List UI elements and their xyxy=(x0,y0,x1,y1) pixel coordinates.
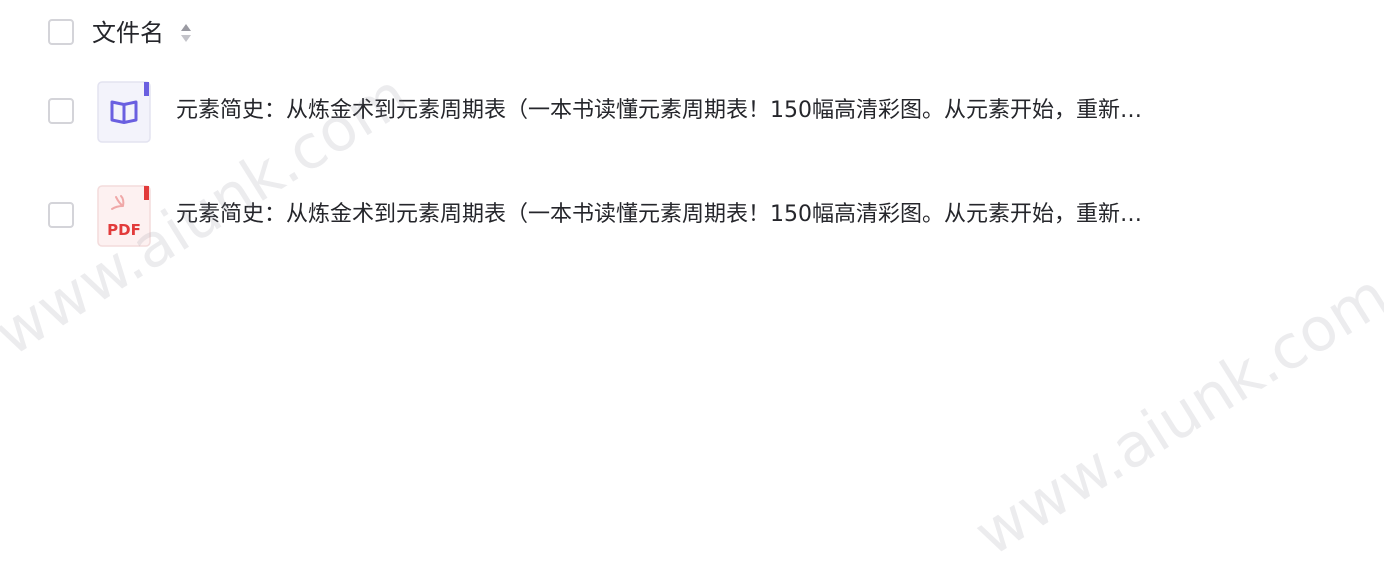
file-name[interactable]: 元素简史：从炼金术到元素周期表（一本书读懂元素周期表！150幅高清彩图。从元素开… xyxy=(176,195,1142,235)
sort-icon[interactable] xyxy=(178,20,194,46)
book-file-icon xyxy=(97,81,151,143)
row-checkbox[interactable] xyxy=(48,98,74,124)
column-header-filename[interactable]: 文件名 xyxy=(92,14,164,52)
row-checkbox[interactable] xyxy=(48,202,74,228)
watermark: www.aiunk.com xyxy=(962,260,1384,570)
pdf-file-icon: PDF xyxy=(97,185,151,247)
file-list: 文件名 元素简史：从炼金术到元素周期表（一本书读懂元素周期表！150幅高清彩图。… xyxy=(0,0,1384,588)
select-all-checkbox[interactable] xyxy=(48,19,74,45)
file-name[interactable]: 元素简史：从炼金术到元素周期表（一本书读懂元素周期表！150幅高清彩图。从元素开… xyxy=(176,91,1142,131)
pdf-label: PDF xyxy=(107,221,141,239)
